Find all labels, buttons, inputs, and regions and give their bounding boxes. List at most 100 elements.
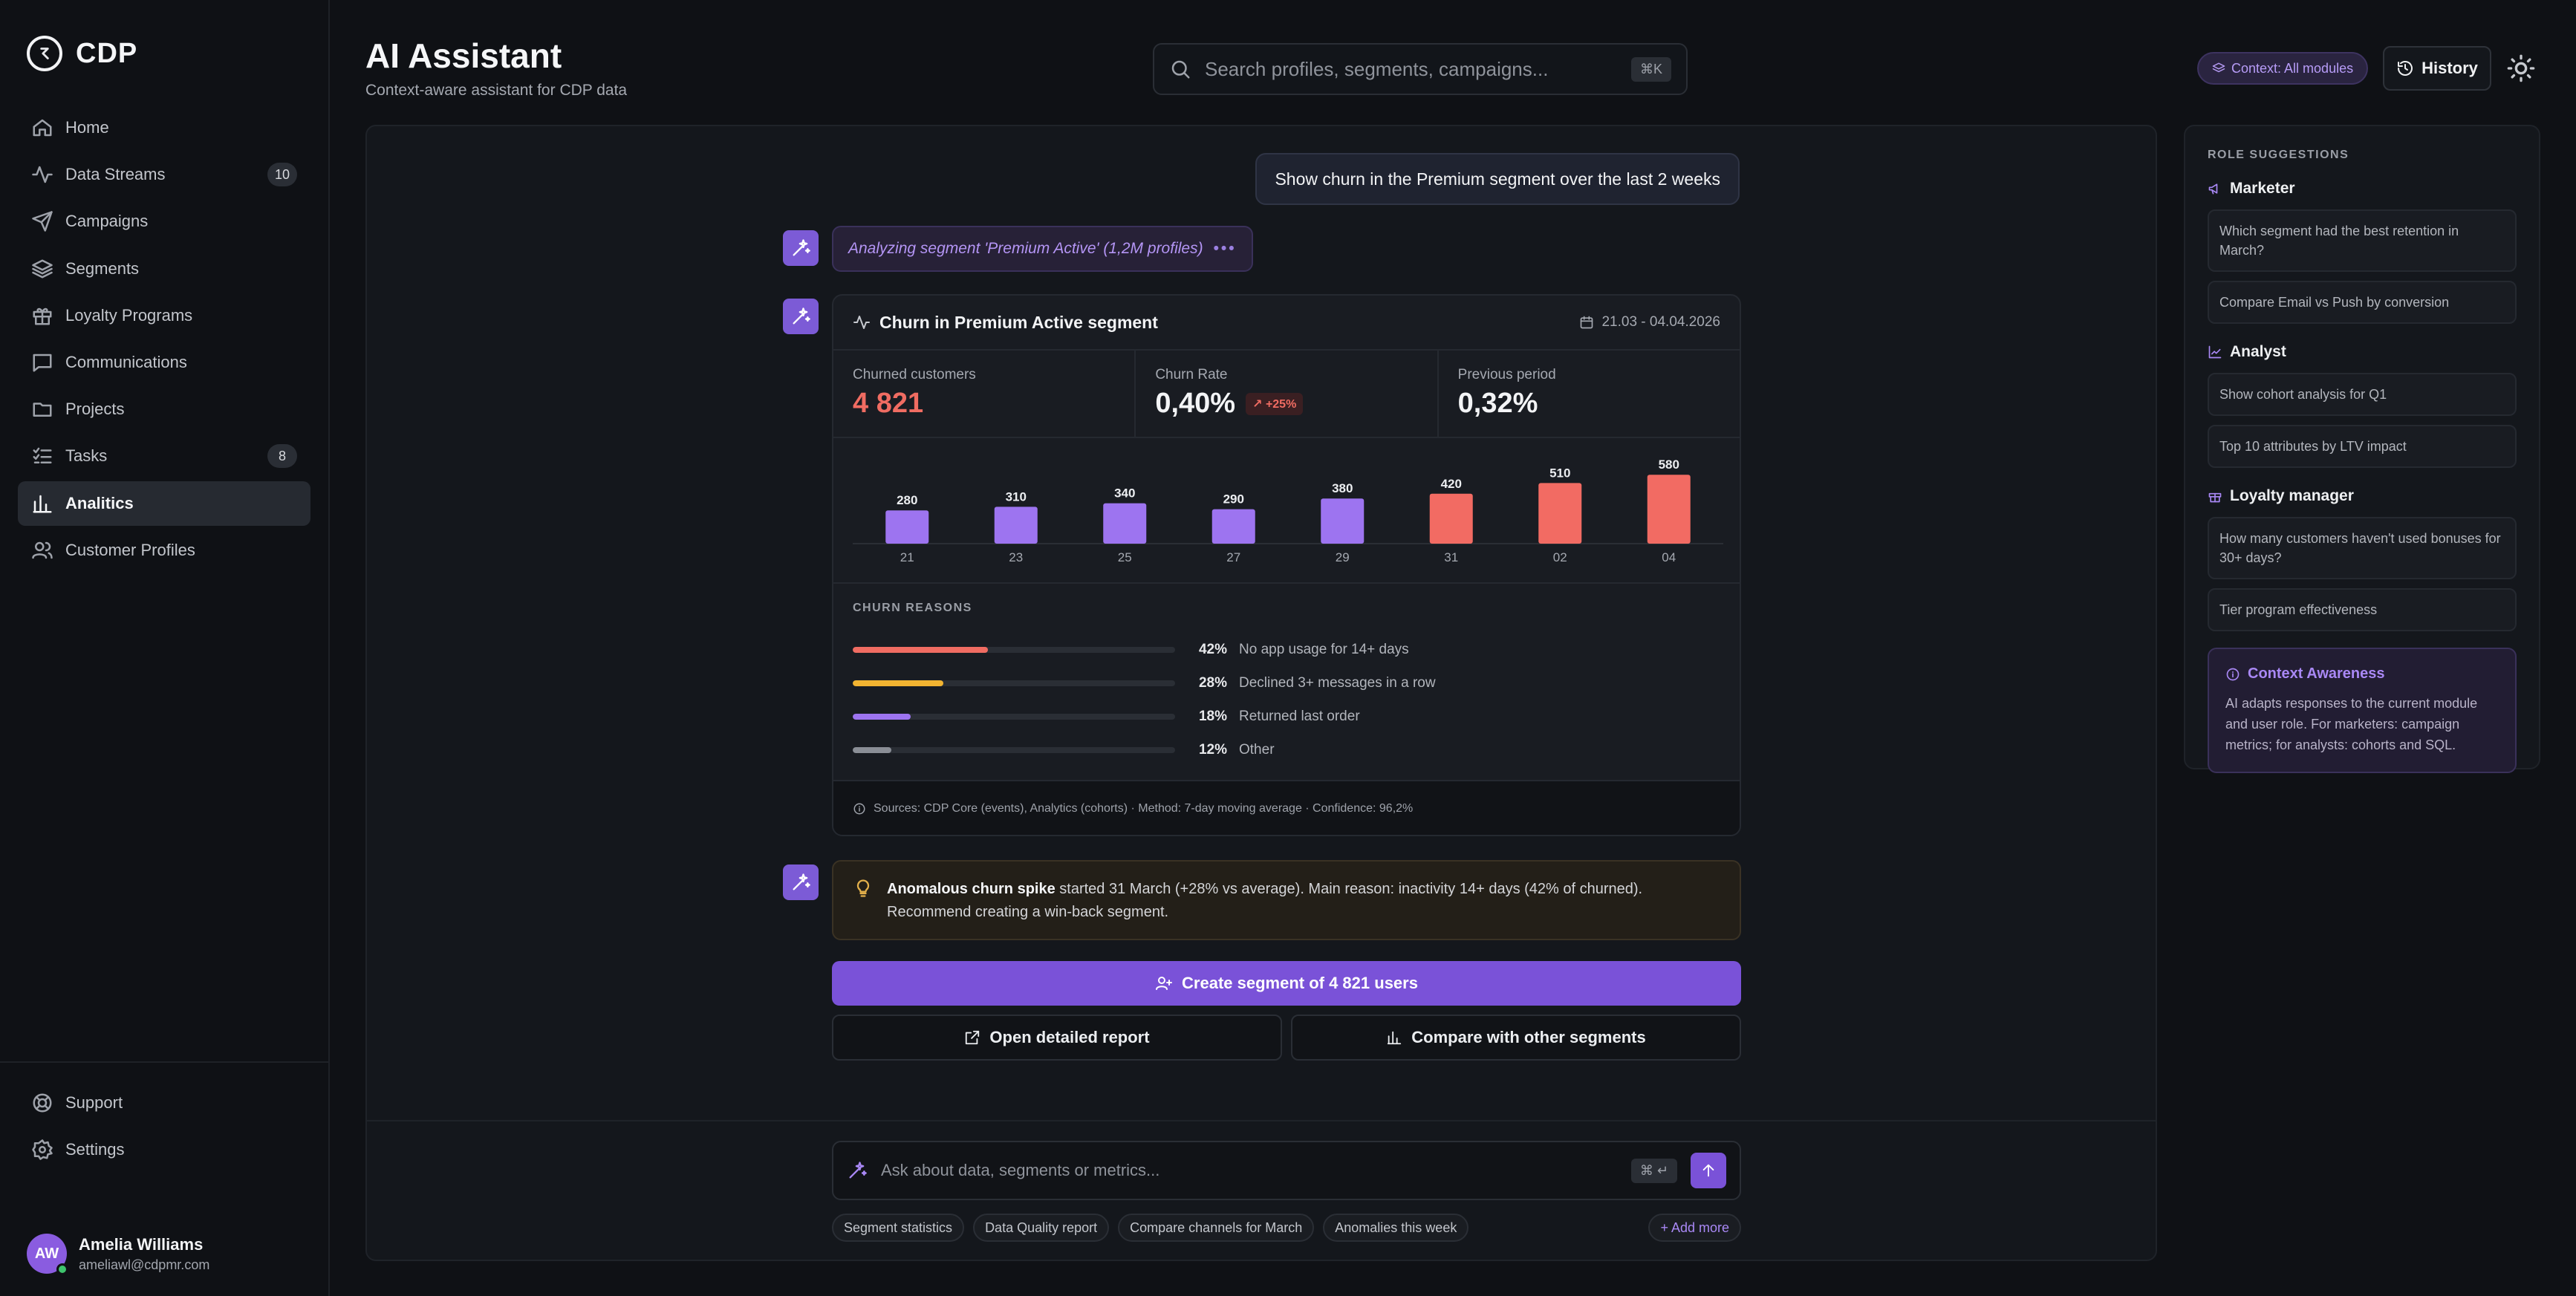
suggestion-item[interactable]: Show cohort analysis for Q1 — [2208, 373, 2517, 416]
user-email: ameliawl@cdpmr.com — [79, 1257, 210, 1272]
chat-input-box[interactable]: Ask about data, segments or metrics... ⌘… — [832, 1141, 1741, 1200]
sidebar-item-support[interactable]: Support — [18, 1081, 310, 1125]
chart-bar[interactable] — [1211, 509, 1255, 544]
sidebar-item-customer-profiles[interactable]: Customer Profiles — [18, 528, 310, 573]
reason-row: 42% No app usage for 14+ days — [853, 633, 1720, 666]
quick-prompts: Segment statistics Data Quality report C… — [832, 1214, 1741, 1242]
metric-value: 4 821 — [853, 388, 924, 419]
suggestion-item[interactable]: Tier program effectiveness — [2208, 588, 2517, 631]
search-icon — [1169, 58, 1191, 80]
sidebar-item-label: Loyalty Programs — [65, 305, 193, 325]
role-name: Loyalty manager — [2230, 487, 2354, 504]
sparkles-icon — [793, 873, 810, 890]
global-search[interactable]: Search profiles, segments, campaigns... … — [1153, 43, 1688, 95]
page-subtitle: Context-aware assistant for CDP data — [365, 82, 628, 99]
online-status-dot — [56, 1263, 68, 1275]
metric-value: 0,32% — [1457, 388, 1538, 419]
panel-title: ROLE SUGGESTIONS — [2208, 149, 2349, 161]
bar-value-label: 380 — [1332, 481, 1353, 495]
metric-churn-rate: Churn Rate 0,40% ↗ +25% — [1136, 351, 1439, 437]
activity-icon — [853, 316, 870, 329]
create-segment-label: Create segment of 4 821 users — [1182, 974, 1418, 992]
sidebar-item-analitics[interactable]: Analitics — [18, 481, 310, 526]
chart-svg: 280 21 310 23 340 25 290 27 380 29 420 31 510 02 580 04 — [853, 457, 1723, 564]
theme-toggle-button[interactable] — [2506, 53, 2536, 83]
x-tick-label: 27 — [1226, 550, 1240, 564]
chart-bar[interactable] — [885, 510, 929, 544]
search-shortcut: ⌘K — [1630, 56, 1671, 82]
suggestion-item[interactable]: Top 10 attributes by LTV impact — [2208, 425, 2517, 468]
insight-text: Anomalous churn spike started 31 March (… — [887, 878, 1720, 922]
reason-bar-track — [853, 713, 1175, 720]
chart-bar[interactable] — [1538, 483, 1582, 544]
suggestion-item[interactable]: Compare Email vs Push by conversion — [2208, 281, 2517, 324]
sidebar-item-projects[interactable]: Projects — [18, 387, 310, 432]
bar-value-label: 510 — [1549, 466, 1570, 480]
sidebar-item-campaigns[interactable]: Campaigns — [18, 199, 310, 244]
metric-value-row: 0,40% ↗ +25% — [1155, 388, 1417, 420]
suggestion-item[interactable]: Which segment had the best retention in … — [2208, 209, 2517, 272]
x-tick-label: 31 — [1444, 550, 1458, 564]
quick-prompt-chip[interactable]: Data Quality report — [973, 1214, 1110, 1242]
main-nav: Home Data Streams 10 Campaigns Segments … — [18, 105, 310, 575]
bar-value-label: 420 — [1441, 477, 1462, 491]
ai-avatar — [783, 230, 819, 266]
add-more-button[interactable]: + Add more — [1648, 1214, 1741, 1242]
quick-prompt-chip[interactable]: Segment statistics — [832, 1214, 965, 1242]
gear-icon — [31, 1139, 53, 1161]
sidebar-item-label: Settings — [65, 1140, 125, 1159]
open-report-button[interactable]: Open detailed report — [832, 1015, 1282, 1061]
chart-bar[interactable] — [1429, 493, 1473, 544]
sidebar-item-segments[interactable]: Segments — [18, 247, 310, 291]
compare-segments-button[interactable]: Compare with other segments — [1291, 1015, 1741, 1061]
x-tick-label: 23 — [1009, 550, 1023, 564]
chart-bar[interactable] — [1103, 503, 1147, 544]
sidebar-item-label: Support — [65, 1093, 123, 1112]
churn-result-card: Churn in Premium Active segment 21.03 - … — [832, 294, 1741, 836]
card-title: Churn in Premium Active segment — [879, 312, 1158, 332]
history-icon — [2398, 61, 2413, 76]
bar-chart-icon — [1388, 1031, 1402, 1045]
suggestion-item[interactable]: How many customers haven't used bonuses … — [2208, 517, 2517, 579]
metric-label: Churn Rate — [1155, 367, 1228, 382]
reason-text: Declined 3+ messages in a row — [1239, 674, 1436, 691]
sidebar-item-tasks[interactable]: Tasks 8 — [18, 434, 310, 478]
gift-icon — [31, 305, 53, 327]
app-logo[interactable]: CDP — [27, 36, 137, 71]
chart-bar[interactable] — [1321, 498, 1365, 544]
chat-composer: Ask about data, segments or metrics... ⌘… — [367, 1120, 2156, 1260]
arrow-up-icon — [1702, 1164, 1714, 1177]
sidebar-item-home[interactable]: Home — [18, 105, 310, 150]
churn-bar-chart: 280 21 310 23 340 25 290 27 380 29 420 31 510 02 580 04 — [833, 438, 1740, 584]
history-button[interactable]: History — [2383, 46, 2491, 91]
sidebar-item-communications[interactable]: Communications — [18, 340, 310, 385]
reason-bar-track — [853, 746, 1175, 753]
sidebar-item-label: Customer Profiles — [65, 540, 195, 559]
sidebar-item-settings[interactable]: Settings — [18, 1127, 310, 1172]
sparkles-icon — [793, 307, 810, 325]
quick-prompt-chip[interactable]: Compare channels for March — [1118, 1214, 1315, 1242]
context-awareness-heading: Context Awareness — [2248, 665, 2385, 682]
thinking-indicator: Analyzing segment 'Premium Active' (1,2M… — [832, 226, 1253, 272]
count-badge: 10 — [267, 163, 297, 187]
churn-reasons: CHURN REASONS 42% No app usage for 14+ d… — [833, 584, 1740, 781]
user-profile[interactable]: AW Amelia Williams ameliawl@cdpmr.com — [27, 1234, 210, 1275]
date-range-label: 21.03 - 04.04.2026 — [1601, 314, 1720, 330]
context-chip[interactable]: Context: All modules — [2197, 52, 2369, 85]
send-button[interactable] — [1691, 1153, 1726, 1188]
sun-icon — [2507, 54, 2535, 82]
sidebar-item-label: Campaigns — [65, 212, 149, 231]
avatar: AW — [27, 1234, 68, 1275]
sidebar-item-loyalty-programs[interactable]: Loyalty Programs — [18, 293, 310, 338]
reasons-title: CHURN REASONS — [853, 602, 972, 614]
create-segment-button[interactable]: Create segment of 4 821 users — [832, 961, 1741, 1006]
quick-prompt-chip[interactable]: Anomalies this week — [1323, 1214, 1469, 1242]
help-icon — [31, 1092, 53, 1114]
sidebar-item-data-streams[interactable]: Data Streams 10 — [18, 152, 310, 197]
insight-callout: Anomalous churn spike started 31 March (… — [832, 860, 1741, 940]
chat-input[interactable]: Ask about data, segments or metrics... — [881, 1161, 1618, 1180]
user-plus-icon — [1156, 977, 1173, 990]
chart-bar[interactable] — [994, 507, 1038, 544]
search-input[interactable]: Search profiles, segments, campaigns... — [1205, 58, 1631, 81]
chart-bar[interactable] — [1647, 475, 1691, 544]
